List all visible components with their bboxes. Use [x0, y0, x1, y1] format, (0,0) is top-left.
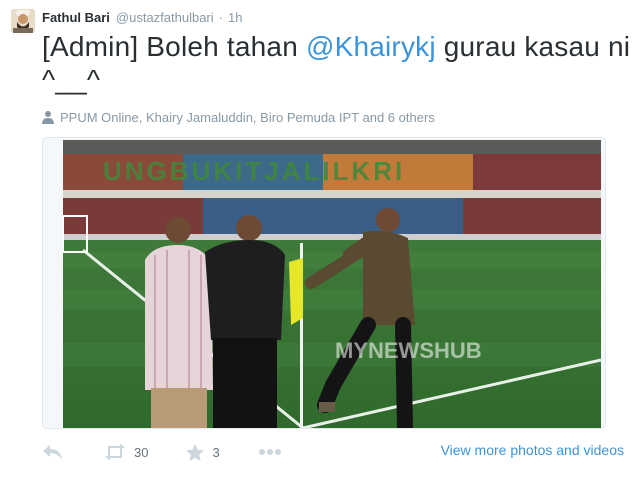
- tweet-header: Fathul Bari @ustazfathulbari · 1h: [42, 10, 242, 28]
- photo-watermark: MYNEWSHUB: [335, 338, 482, 363]
- tweet-text-before: [Admin] Boleh tahan: [42, 31, 306, 62]
- view-more-photos-link[interactable]: View more photos and videos: [441, 442, 624, 458]
- more-dots-icon: [258, 449, 281, 455]
- stadium-photo: MYNEWSHUB UNGBUKITJALILKRI: [63, 140, 601, 428]
- star-icon: [186, 443, 205, 461]
- tweet: Fathul Bari @ustazfathulbari · 1h [Admin…: [0, 0, 644, 482]
- retweet-icon: [105, 444, 125, 460]
- tweet-text: [Admin] Boleh tahan @Khairykj gurau kasa…: [42, 30, 632, 96]
- more-button[interactable]: [258, 448, 282, 456]
- stadium-banner: UNGBUKITJALILKRI: [103, 156, 405, 186]
- person-icon: [42, 111, 54, 124]
- favorite-button[interactable]: 3: [186, 443, 220, 461]
- reply-icon: [43, 445, 62, 459]
- reply-button[interactable]: [42, 444, 64, 460]
- avatar[interactable]: [11, 9, 35, 33]
- retweet-button[interactable]: 30: [104, 444, 148, 460]
- fullname[interactable]: Fathul Bari: [42, 10, 110, 25]
- tagged-people[interactable]: PPUM Online, Khairy Jamaluddin, Biro Pem…: [42, 108, 435, 126]
- avatar-image: [11, 9, 35, 33]
- tagged-people-text: PPUM Online, Khairy Jamaluddin, Biro Pem…: [60, 109, 435, 125]
- username[interactable]: @ustazfathulbari: [116, 10, 214, 25]
- separator-dot: ·: [218, 10, 223, 25]
- favorite-count[interactable]: 3: [212, 445, 219, 460]
- mention-link[interactable]: @Khairykj: [306, 31, 436, 62]
- timestamp[interactable]: 1h: [228, 10, 242, 25]
- retweet-count[interactable]: 30: [134, 445, 148, 460]
- tweet-photo[interactable]: MYNEWSHUB UNGBUKITJALILKRI: [42, 137, 606, 429]
